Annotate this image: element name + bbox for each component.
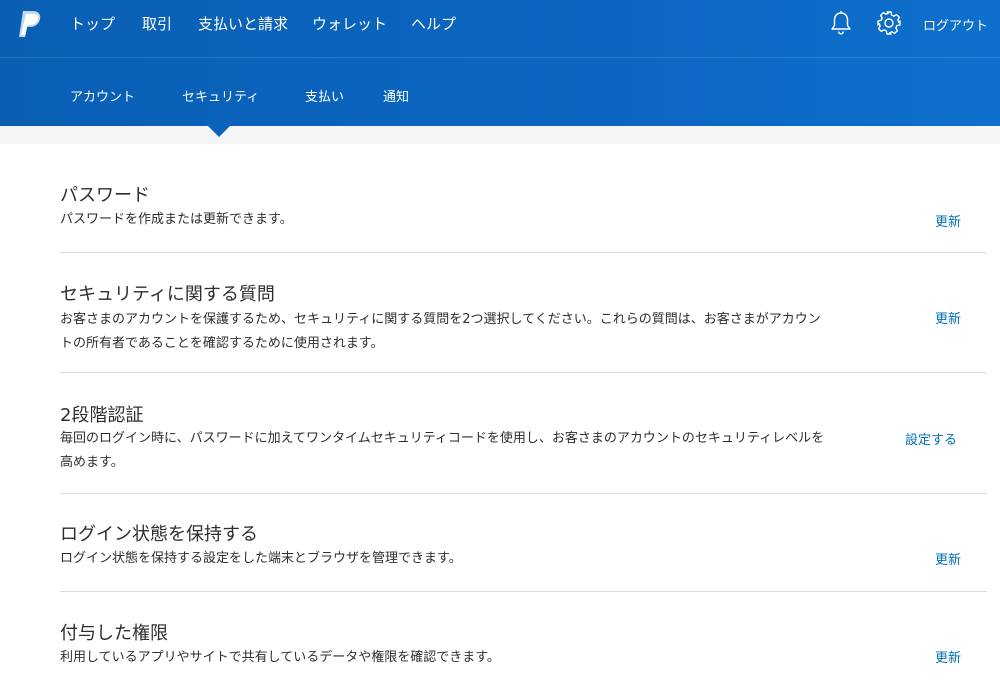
- two-step-setup-link[interactable]: 設定する: [905, 429, 957, 448]
- nav-help[interactable]: ヘルプ: [411, 13, 456, 34]
- section-divider: [60, 372, 987, 373]
- nav-payments-billing[interactable]: 支払いと請求: [198, 13, 288, 34]
- section-title: セキュリティに関する質問: [60, 284, 275, 305]
- section-security-questions: セキュリティに関する質問 お客さまのアカウントを保護するため、セキュリティに関す…: [60, 280, 987, 370]
- section-description: 利用しているアプリやサイトで共有しているデータや権限を確認できます。: [60, 650, 500, 665]
- nav-top[interactable]: トップ: [70, 13, 115, 34]
- section-divider: [60, 591, 987, 592]
- section-divider: [60, 252, 987, 253]
- security-questions-update-link[interactable]: 更新: [935, 308, 961, 327]
- paypal-logo-icon[interactable]: [17, 9, 43, 39]
- section-divider: [60, 493, 987, 494]
- subnav-account[interactable]: アカウント: [70, 86, 135, 105]
- section-title: 付与した権限: [60, 623, 168, 644]
- password-update-link[interactable]: 更新: [935, 211, 961, 230]
- section-title: ログイン状態を保持する: [60, 524, 258, 545]
- stay-logged-in-update-link[interactable]: 更新: [935, 549, 961, 568]
- section-description: ログイン状態を保持する設定をした端末とブラウザを管理できます。: [60, 551, 462, 566]
- logout-button[interactable]: ログアウト: [923, 15, 988, 34]
- gear-icon[interactable]: [876, 10, 902, 36]
- subnav-notifications[interactable]: 通知: [383, 86, 409, 105]
- subnav-payments[interactable]: 支払い: [305, 86, 344, 105]
- nav-transactions[interactable]: 取引: [142, 13, 172, 34]
- top-header: トップ 取引 支払いと請求 ウォレット ヘルプ ログアウト アカウント セキュリ…: [0, 0, 1000, 126]
- section-description: パスワードを作成または更新できます。: [60, 212, 293, 227]
- section-granted-permissions: 付与した権限 利用しているアプリやサイトで共有しているデータや権限を確認できます…: [60, 619, 987, 679]
- bell-icon[interactable]: [829, 10, 853, 36]
- section-stay-logged-in: ログイン状態を保持する ログイン状態を保持する設定をした端末とブラウザを管理でき…: [60, 520, 987, 590]
- main-nav-bar: トップ 取引 支払いと請求 ウォレット ヘルプ ログアウト: [0, 0, 1000, 48]
- section-title: 2段階認証: [60, 405, 144, 426]
- section-description: 毎回のログイン時に、パスワードに加えてワンタイムセキュリティコードを使用し、お客…: [60, 431, 825, 470]
- section-description: お客さまのアカウントを保護するため、セキュリティに関する質問を2つ選択してくださ…: [60, 312, 821, 351]
- section-title: パスワード: [60, 185, 150, 206]
- subnav-bottom-band: [0, 126, 1000, 144]
- section-two-step-verification: 2段階認証 毎回のログイン時に、パスワードに加えてワンタイムセキュリティコードを…: [60, 401, 987, 491]
- permissions-update-link[interactable]: 更新: [935, 647, 961, 666]
- active-tab-indicator: [201, 119, 237, 137]
- subnav-security[interactable]: セキュリティ: [182, 86, 259, 105]
- nav-wallet[interactable]: ウォレット: [312, 13, 387, 34]
- header-divider: [0, 57, 1000, 58]
- section-password: パスワード パスワードを作成または更新できます。 更新: [60, 181, 987, 251]
